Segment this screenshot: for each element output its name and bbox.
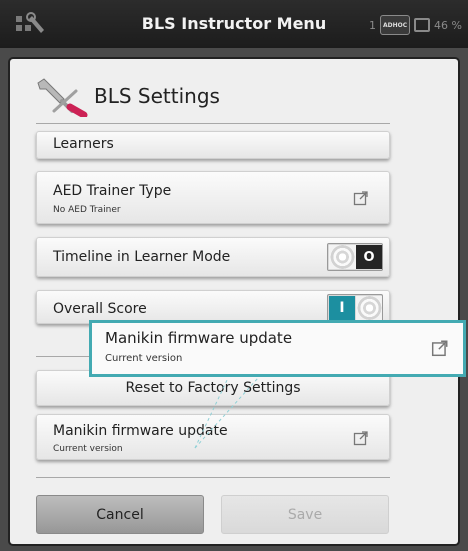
manikin-firmware-update-label: Manikin firmware update: [53, 423, 228, 439]
divider: [36, 356, 96, 357]
screen-icon: [414, 18, 431, 32]
manikin-firmware-version: Current version: [53, 444, 123, 454]
reset-factory-settings-label: Reset to Factory Settings: [125, 380, 301, 396]
external-link-icon: [353, 431, 368, 446]
toggle-on-indicator: I: [329, 296, 355, 320]
overall-score-toggle[interactable]: I: [327, 294, 383, 322]
callout-label: Manikin firmware update: [105, 329, 293, 347]
adhoc-network-icon: ADHOC: [380, 15, 411, 35]
firmware-update-callout: Manikin firmware update Current version: [89, 320, 466, 377]
callout-sub: Current version: [105, 353, 183, 364]
aed-trainer-type-label: AED Trainer Type: [53, 183, 172, 199]
manikin-firmware-update-button[interactable]: Manikin firmware update Current version: [36, 414, 390, 460]
dialog-title: BLS Settings: [94, 84, 220, 108]
divider: [36, 123, 390, 124]
tools-icon: [37, 78, 88, 117]
toggle-knob: [329, 245, 356, 269]
timeline-toggle[interactable]: O: [327, 243, 383, 271]
toggle-off-indicator: O: [356, 245, 382, 269]
overall-score-row: Overall Score I: [36, 290, 390, 324]
external-link-icon: [353, 191, 368, 206]
learners-label: Learners: [53, 136, 114, 152]
aed-trainer-type-value: No AED Trainer: [53, 205, 121, 215]
dialog-header: BLS Settings: [10, 59, 458, 131]
external-link-icon: [431, 340, 448, 357]
cancel-button[interactable]: Cancel: [36, 495, 204, 534]
connection-count: 1: [369, 18, 377, 32]
status-bar: BLS Instructor Menu 1 ADHOC 46 %: [0, 0, 468, 48]
overall-score-label: Overall Score: [53, 301, 147, 317]
bls-settings-dialog: BLS Settings Learners AED Trainer Type N…: [10, 59, 458, 544]
divider: [36, 477, 390, 478]
timeline-learner-mode-row: Timeline in Learner Mode O: [36, 237, 390, 277]
learners-button[interactable]: Learners: [36, 131, 390, 159]
status-indicators: 1 ADHOC 46 %: [369, 15, 462, 35]
save-button[interactable]: Save: [221, 495, 389, 534]
battery-level: 46 %: [434, 18, 462, 32]
aed-trainer-type-button[interactable]: AED Trainer Type No AED Trainer: [36, 171, 390, 224]
timeline-learner-mode-label: Timeline in Learner Mode: [53, 249, 231, 265]
toggle-knob: [356, 296, 382, 320]
